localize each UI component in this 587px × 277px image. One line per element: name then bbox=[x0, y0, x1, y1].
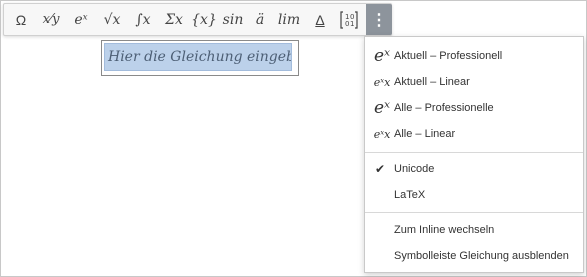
svg-text:1: 1 bbox=[350, 20, 354, 28]
menu-divider bbox=[365, 212, 583, 213]
function-button[interactable]: sin bbox=[220, 4, 246, 35]
menu-item-hide-toolbar[interactable]: Symbolleiste Gleichung ausblenden bbox=[365, 244, 583, 268]
linear-format-icon: eˣx bbox=[373, 75, 391, 89]
symbol-omega-button[interactable]: Ω bbox=[10, 4, 32, 35]
linear-format-icon: eˣx bbox=[373, 127, 391, 141]
script-button[interactable]: eˣ bbox=[68, 4, 94, 35]
menu-item-current-professional[interactable]: eˣ Aktuell – Professionell bbox=[365, 44, 583, 68]
integral-button[interactable]: ∫x bbox=[130, 4, 156, 35]
radical-button[interactable]: √x bbox=[98, 4, 126, 35]
equation-input[interactable]: Hier die Gleichung eingeben. bbox=[104, 43, 292, 71]
equation-toolbar: Ω x⁄y eˣ √x ∫x Σx {x} sin ä lim Δ 1 0 0 … bbox=[3, 3, 392, 36]
professional-format-icon: eˣ bbox=[373, 46, 391, 66]
svg-text:0: 0 bbox=[345, 20, 349, 28]
more-vertical-icon: ⋮ bbox=[371, 11, 387, 29]
menu-item-current-linear[interactable]: eˣx Aktuell – Linear bbox=[365, 70, 583, 94]
bracket-button[interactable]: {x} bbox=[190, 4, 218, 35]
more-options-button[interactable]: ⋮ bbox=[366, 4, 392, 35]
limit-log-button[interactable]: lim bbox=[274, 4, 304, 35]
professional-format-icon: eˣ bbox=[373, 98, 391, 118]
large-operator-button[interactable]: Σx bbox=[160, 4, 188, 35]
menu-divider bbox=[365, 152, 583, 153]
matrix-icon: 1 0 0 1 bbox=[340, 10, 358, 29]
menu-item-switch-inline[interactable]: Zum Inline wechseln bbox=[365, 218, 583, 242]
menu-item-all-professional[interactable]: eˣ Alle – Professionelle bbox=[365, 96, 583, 120]
menu-item-all-linear[interactable]: eˣx Alle – Linear bbox=[365, 122, 583, 146]
equation-options-menu: eˣ Aktuell – Professionell eˣx Aktuell –… bbox=[364, 36, 584, 273]
menu-item-unicode[interactable]: ✔ Unicode bbox=[365, 157, 583, 181]
matrix-button[interactable]: 1 0 0 1 bbox=[336, 4, 362, 35]
accent-button[interactable]: ä bbox=[248, 4, 272, 35]
fraction-button[interactable]: x⁄y bbox=[38, 4, 64, 35]
checkmark-icon: ✔ bbox=[375, 162, 386, 176]
equation-box[interactable]: Hier die Gleichung eingeben. bbox=[101, 40, 299, 76]
menu-item-latex[interactable]: LaTeX bbox=[365, 183, 583, 207]
operator-button[interactable]: Δ bbox=[308, 4, 332, 35]
